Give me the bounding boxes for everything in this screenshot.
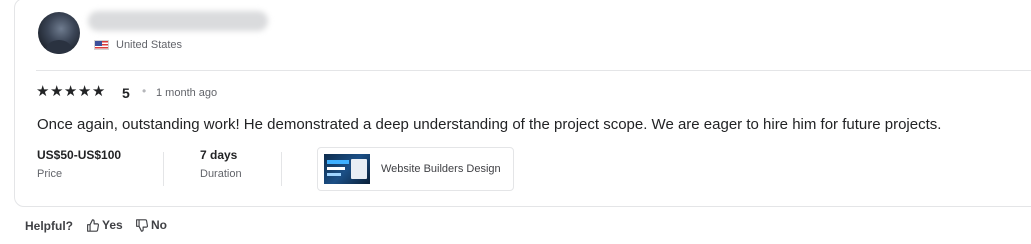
star-icon: ★ bbox=[49, 83, 64, 100]
us-flag-icon bbox=[94, 40, 109, 50]
thumbs-down-icon bbox=[136, 218, 148, 232]
gig-title: Website Builders Design bbox=[381, 163, 501, 175]
helpful-no-label: No bbox=[151, 218, 167, 232]
star-icon: ★ bbox=[77, 83, 92, 100]
avatar[interactable] bbox=[38, 12, 80, 54]
review-card bbox=[14, 0, 1031, 207]
rating-value: 5 bbox=[122, 85, 130, 101]
duration-value: 7 days bbox=[200, 148, 238, 162]
reviewer-country: United States bbox=[116, 39, 183, 51]
star-icon: ★ bbox=[36, 83, 50, 100]
helpful-label: Helpful? bbox=[25, 219, 73, 233]
helpful-no-button[interactable]: No bbox=[135, 218, 167, 232]
review-date: 1 month ago bbox=[156, 87, 218, 99]
price-value: US$50-US$100 bbox=[37, 148, 122, 162]
star-rating: ★ ★ ★ ★ ★ bbox=[36, 84, 106, 100]
duration-label: Duration bbox=[200, 168, 242, 180]
thumbs-up-icon bbox=[87, 218, 99, 232]
star-icon: ★ bbox=[91, 83, 106, 100]
divider bbox=[36, 70, 1031, 71]
review-comment: Once again, outstanding work! He demonst… bbox=[37, 116, 942, 133]
reviewer-name-blurred bbox=[88, 11, 268, 31]
gig-link[interactable]: Website Builders Design bbox=[317, 147, 514, 191]
meta-divider bbox=[163, 152, 164, 186]
helpful-yes-button[interactable]: Yes bbox=[86, 218, 123, 232]
star-icon: ★ bbox=[63, 83, 78, 100]
separator-dot: • bbox=[142, 84, 147, 98]
gig-thumbnail bbox=[324, 154, 370, 184]
meta-divider bbox=[281, 152, 282, 186]
helpful-yes-label: Yes bbox=[102, 218, 123, 232]
price-label: Price bbox=[37, 168, 63, 180]
